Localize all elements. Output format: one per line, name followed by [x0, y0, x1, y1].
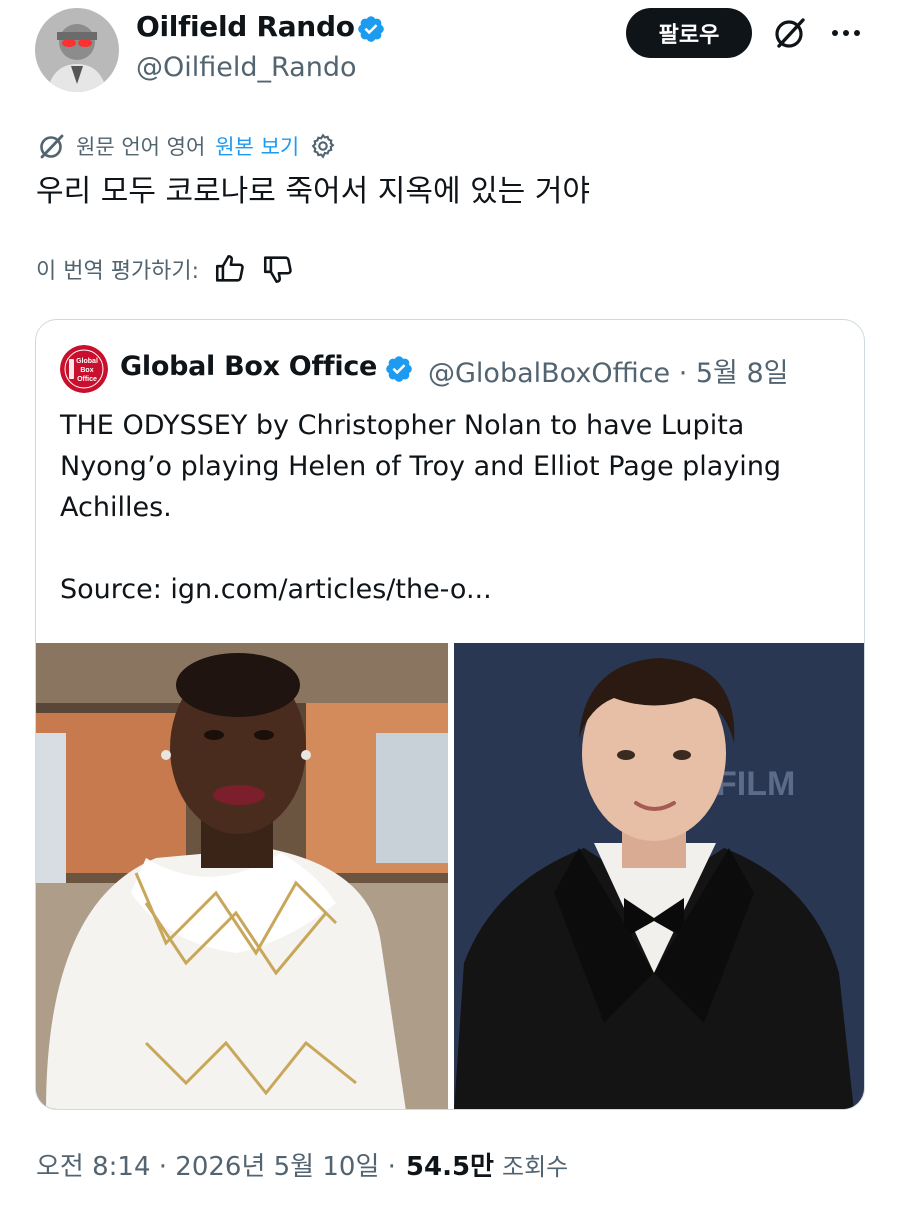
quoted-author-avatar[interactable]: Global Box Office [60, 345, 108, 393]
rate-translation-label: 이 번역 평가하기: [36, 259, 200, 284]
quoted-photo-2[interactable]: FILM [454, 643, 865, 1110]
more-dots-icon[interactable] [828, 18, 864, 48]
thumbs-down-icon[interactable] [261, 252, 295, 286]
quoted-tweet[interactable]: Global Box Office Global Box Office @Glo… [35, 319, 865, 1110]
quoted-photo-1[interactable] [36, 643, 448, 1110]
quoted-tweet-text: THE ODYSSEY by Christopher Nolan to have… [60, 410, 782, 523]
author-display-name[interactable]: Oilfield Rando [136, 10, 355, 43]
tweet-header: Oilfield Rando @Oilfield_Rando 팔로우 [0, 0, 900, 100]
gear-icon[interactable] [309, 132, 337, 160]
verified-badge-icon [358, 16, 384, 42]
avatar-text-line: Office [77, 376, 97, 383]
views-count: 54.5만 [405, 1152, 494, 1182]
avatar-text-line: Box [80, 367, 93, 374]
quoted-display-name[interactable]: Global Box Office [120, 351, 377, 382]
thumbs-up-icon[interactable] [213, 252, 247, 286]
translation-indicator: 원문 언어 영어 원본 보기 [36, 128, 337, 164]
author-avatar[interactable] [35, 8, 119, 92]
views-label: 조회수 [501, 1153, 569, 1181]
tweet-timestamp[interactable]: 오전 8:14 · 2026년 5월 10일 · [36, 1146, 396, 1183]
rate-translation: 이 번역 평가하기: [36, 250, 295, 288]
author-handle[interactable]: @Oilfield_Rando [136, 52, 357, 83]
tweet-meta: 오전 8:14 · 2026년 5월 10일 · 54.5만 조회수 [36, 1146, 568, 1183]
grok-icon[interactable] [770, 14, 808, 52]
quoted-source-link[interactable]: Source: ign.com/articles/the-o... [60, 569, 492, 610]
quoted-handle-and-date[interactable]: @GlobalBoxOffice · 5월 8일 [428, 351, 789, 390]
show-original-link[interactable]: 원본 보기 [215, 131, 299, 161]
verified-badge-icon [386, 356, 412, 382]
follow-button[interactable]: 팔로우 [626, 8, 752, 58]
grok-translate-icon [40, 134, 64, 159]
avatar-text-line: Global [76, 358, 98, 365]
tweet-text: 우리 모두 코로나로 죽어서 지옥에 있는 거야 [36, 174, 591, 209]
backdrop-text: FILM [716, 765, 795, 803]
source-language-text: 원문 언어 영어 [76, 135, 206, 159]
